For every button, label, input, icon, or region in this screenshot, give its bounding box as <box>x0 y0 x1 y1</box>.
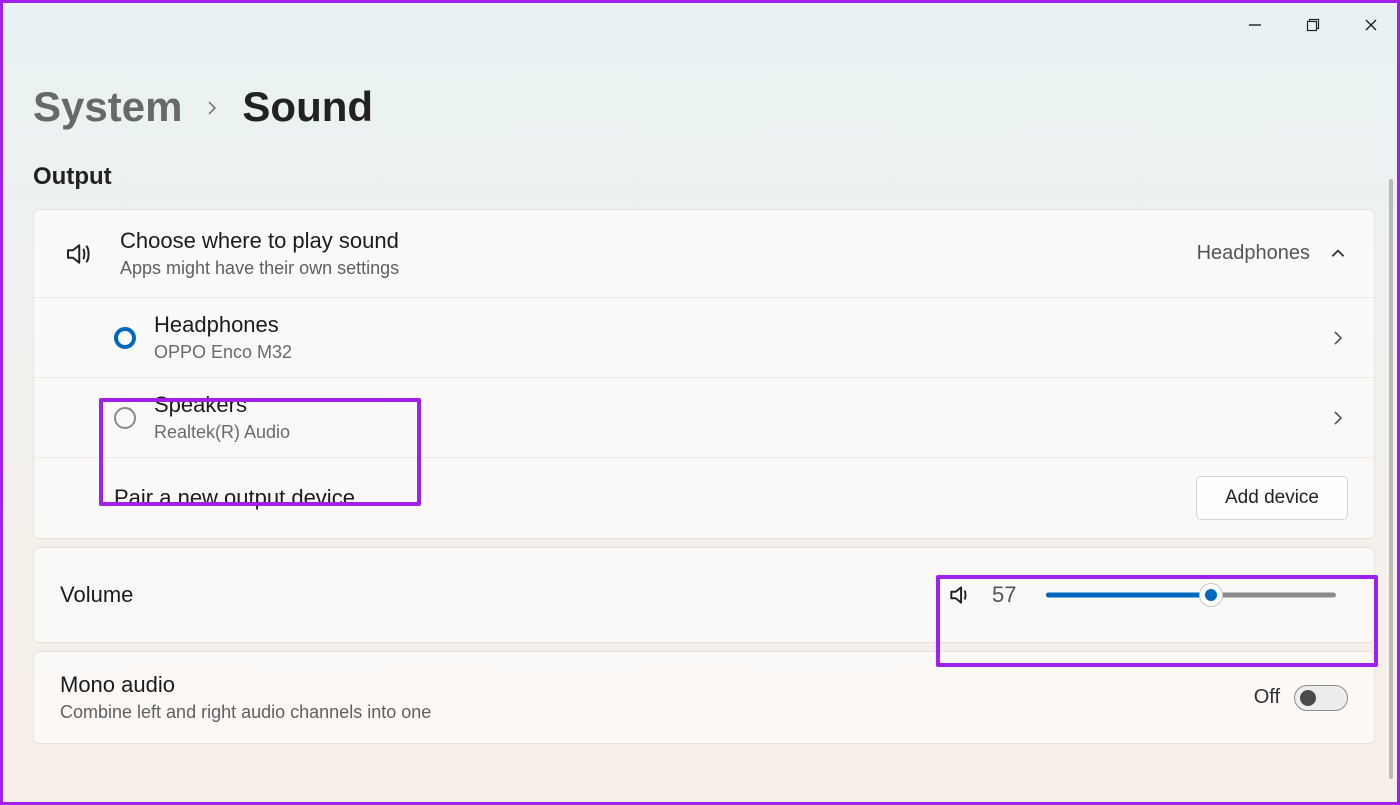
chevron-up-icon <box>1328 245 1348 263</box>
slider-fill <box>1046 593 1211 598</box>
mono-audio-title: Mono audio <box>60 672 1254 698</box>
choose-output-row[interactable]: Choose where to play sound Apps might ha… <box>34 210 1374 297</box>
choose-output-title: Choose where to play sound <box>120 228 1197 254</box>
device-sub: OPPO Enco M32 <box>154 342 1328 363</box>
maximize-button[interactable] <box>1301 13 1325 37</box>
mono-audio-state: Off <box>1254 686 1280 709</box>
radio-selected-icon[interactable] <box>114 327 136 349</box>
output-section-title: Output <box>33 163 1375 191</box>
speaker-icon <box>60 239 96 269</box>
device-name: Speakers <box>154 392 1328 418</box>
content-area: Output Choose where to play sound Apps m… <box>33 163 1375 798</box>
pair-device-row: Pair a new output device Add device <box>34 457 1374 538</box>
add-device-button[interactable]: Add device <box>1196 476 1348 520</box>
output-device-headphones[interactable]: Headphones OPPO Enco M32 <box>34 297 1374 377</box>
toggle-knob <box>1300 690 1316 706</box>
chevron-right-icon[interactable] <box>1328 410 1348 426</box>
device-sub: Realtek(R) Audio <box>154 422 1328 443</box>
current-output-value: Headphones <box>1197 242 1310 265</box>
choose-output-subtitle: Apps might have their own settings <box>120 258 1197 279</box>
window-controls <box>1243 13 1383 37</box>
mono-audio-toggle[interactable] <box>1294 685 1348 711</box>
volume-control-group: 57 <box>934 570 1348 620</box>
output-device-speakers[interactable]: Speakers Realtek(R) Audio <box>34 377 1374 457</box>
slider-thumb[interactable] <box>1200 584 1222 606</box>
device-name: Headphones <box>154 312 1328 338</box>
breadcrumb-sound: Sound <box>242 83 373 131</box>
radio-unselected-icon[interactable] <box>114 407 136 429</box>
volume-label: Volume <box>60 582 934 608</box>
chevron-right-icon <box>204 91 220 123</box>
choose-output-text: Choose where to play sound Apps might ha… <box>120 228 1197 279</box>
scrollbar[interactable] <box>1389 179 1393 779</box>
breadcrumb: System Sound <box>33 83 373 131</box>
breadcrumb-system[interactable]: System <box>33 83 182 131</box>
mono-audio-card: Mono audio Combine left and right audio … <box>33 651 1375 744</box>
minimize-button[interactable] <box>1243 13 1267 37</box>
volume-icon[interactable] <box>946 582 974 608</box>
output-card: Choose where to play sound Apps might ha… <box>33 209 1375 539</box>
mono-audio-subtitle: Combine left and right audio channels in… <box>60 702 1254 723</box>
mono-audio-row[interactable]: Mono audio Combine left and right audio … <box>34 652 1374 743</box>
chevron-right-icon[interactable] <box>1328 330 1348 346</box>
close-button[interactable] <box>1359 13 1383 37</box>
pair-device-label: Pair a new output device <box>114 485 1196 511</box>
volume-slider[interactable] <box>1046 585 1336 605</box>
volume-value: 57 <box>992 582 1028 608</box>
volume-card: Volume 57 <box>33 547 1375 643</box>
volume-row: Volume 57 <box>34 548 1374 642</box>
